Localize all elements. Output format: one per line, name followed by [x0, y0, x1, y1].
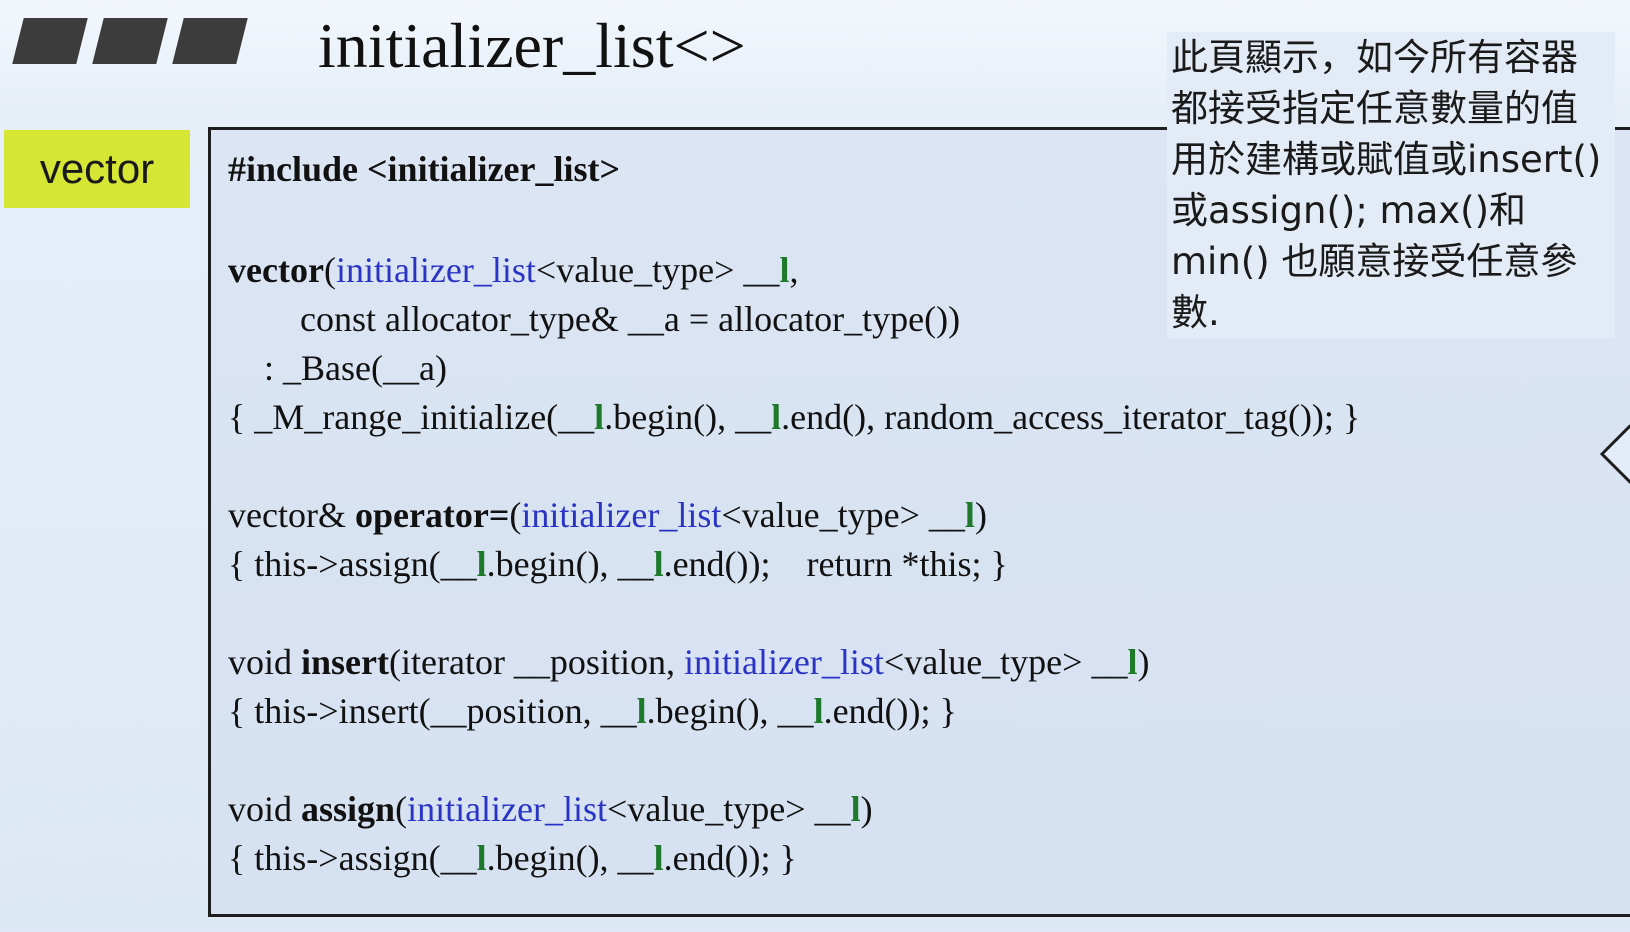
code-token: <value_type> __: [535, 250, 780, 290]
code-line: void insert(iterator __position, initial…: [228, 638, 1149, 686]
code-token: initializer_list: [335, 250, 536, 290]
code-token: .end()); return *this; }: [663, 544, 1008, 584]
code-token: insert: [301, 642, 389, 682]
code-token: : _Base(__a): [228, 348, 447, 388]
bar-shape-2: [92, 18, 168, 64]
section-tag: vector: [4, 130, 190, 208]
code-line: vector& operator=(initializer_list<value…: [228, 491, 987, 539]
code-line: const allocator_type& __a = allocator_ty…: [228, 295, 960, 343]
code-line: { this->insert(__position, __l.begin(), …: [228, 687, 957, 735]
code-token: .end()); }: [663, 838, 797, 878]
code-token: assign: [301, 789, 396, 829]
code-line: { this->assign(__l.begin(), __l.end()); …: [228, 834, 797, 882]
code-token: l: [594, 397, 605, 437]
code-token: #include <initializer_list>: [228, 149, 621, 189]
code-line: { this->assign(__l.begin(), __l.end()); …: [228, 540, 1008, 588]
code-token: <value_type> __: [721, 495, 965, 535]
code-token: .end()); }: [823, 691, 957, 731]
code-token: (: [509, 495, 522, 535]
code-token: l: [850, 789, 861, 829]
slide-title: initializer_list<>: [318, 10, 746, 81]
code-token: vector&: [228, 495, 355, 535]
code-token: { this->insert(__position, __: [228, 691, 637, 731]
code-token: { this->assign(__: [228, 544, 477, 584]
code-line: { _M_range_initialize(__l.begin(), __l.e…: [228, 393, 1360, 441]
code-token: ): [1137, 642, 1150, 682]
code-token: { this->assign(__: [228, 838, 477, 878]
code-token: l: [653, 544, 664, 584]
code-token: initializer_list: [683, 642, 884, 682]
code-token: (iterator __position,: [389, 642, 684, 682]
code-line: vector(initializer_list<value_type> __l,: [228, 246, 798, 294]
code-token: l: [779, 250, 790, 290]
code-token: l: [813, 691, 824, 731]
code-line: : _Base(__a): [228, 344, 447, 392]
decorative-bars: [10, 18, 250, 64]
code-token: l: [964, 495, 975, 535]
code-token: .end(), random_access_iterator_tag()); }: [781, 397, 1361, 437]
code-token: operator=: [354, 495, 510, 535]
bar-shape-3: [172, 18, 248, 64]
code-token: .begin(), __: [486, 838, 654, 878]
code-token: void: [228, 789, 302, 829]
annotation-note: 此頁顯示，如今所有容器都接受指定任意數量的值用於建構或賦值或insert()或a…: [1167, 32, 1615, 338]
side-arrow-icon: [1600, 424, 1630, 484]
code-line: void assign(initializer_list<value_type>…: [228, 785, 873, 833]
code-token: void: [228, 642, 302, 682]
code-token: l: [771, 397, 782, 437]
code-token: .begin(), __: [486, 544, 654, 584]
code-token: (: [323, 250, 336, 290]
code-token: .begin(), __: [604, 397, 772, 437]
code-token: initializer_list: [407, 789, 608, 829]
code-token: { _M_range_initialize(__: [228, 397, 595, 437]
code-token: ): [860, 789, 873, 829]
code-token: l: [653, 838, 664, 878]
code-token: (: [395, 789, 408, 829]
bar-shape-1: [12, 18, 88, 64]
code-token: <value_type> __: [607, 789, 851, 829]
code-token: .begin(), __: [646, 691, 814, 731]
code-token: ,: [789, 250, 799, 290]
code-token: initializer_list: [521, 495, 722, 535]
code-token: l: [476, 544, 487, 584]
code-token: l: [1127, 642, 1138, 682]
code-token: l: [476, 838, 487, 878]
code-token: <value_type> __: [883, 642, 1128, 682]
code-token: const allocator_type& __a = allocator_ty…: [228, 299, 961, 339]
code-line: #include <initializer_list>: [228, 145, 620, 193]
code-token: vector: [228, 250, 324, 290]
code-token: l: [636, 691, 647, 731]
code-token: ): [974, 495, 987, 535]
